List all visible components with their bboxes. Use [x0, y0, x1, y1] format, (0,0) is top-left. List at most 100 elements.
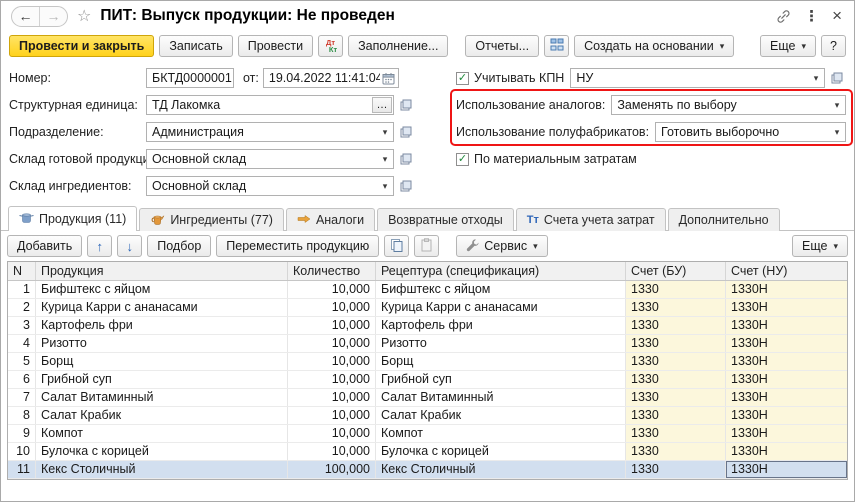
- cell-account-bu[interactable]: 1330: [626, 443, 726, 460]
- date-field[interactable]: 19.04.2022 11:41:04: [263, 68, 399, 88]
- cell-number[interactable]: 7: [8, 389, 36, 406]
- cell-product[interactable]: Ризотто: [36, 335, 288, 352]
- cell-number[interactable]: 6: [8, 371, 36, 388]
- cell-quantity[interactable]: 10,000: [288, 407, 376, 424]
- cell-account-bu[interactable]: 1330: [626, 407, 726, 424]
- cell-number[interactable]: 8: [8, 407, 36, 424]
- cell-account-nu[interactable]: 1330Н: [726, 335, 847, 352]
- cell-account-bu[interactable]: 1330: [626, 461, 726, 478]
- cell-product[interactable]: Булочка с корицей: [36, 443, 288, 460]
- cell-recipe[interactable]: Картофель фри: [376, 317, 626, 334]
- forward-icon[interactable]: →: [40, 7, 67, 26]
- table-row[interactable]: 8Салат Крабик10,000Салат Крабик13301330Н: [8, 407, 847, 425]
- postings-dtkt-button[interactable]: ДтКт: [318, 35, 343, 57]
- tab-ingredients[interactable]: Ингредиенты (77): [139, 208, 284, 231]
- link-icon[interactable]: [776, 9, 791, 24]
- cell-account-nu[interactable]: 1330Н: [726, 443, 847, 460]
- cell-account-nu[interactable]: 1330Н: [726, 317, 847, 334]
- open-item-icon[interactable]: [397, 123, 415, 141]
- cell-account-nu[interactable]: 1330Н: [726, 389, 847, 406]
- cell-product[interactable]: Грибной суп: [36, 371, 288, 388]
- write-button[interactable]: Записать: [159, 35, 232, 57]
- structural-unit-field[interactable]: ТД Лакомка …: [146, 95, 394, 115]
- material-costs-checkbox[interactable]: ✓: [456, 153, 469, 166]
- column-header-recipe[interactable]: Рецептура (спецификация): [376, 262, 626, 280]
- cell-recipe[interactable]: Ризотто: [376, 335, 626, 352]
- cell-account-bu[interactable]: 1330: [626, 335, 726, 352]
- cell-product[interactable]: Картофель фри: [36, 317, 288, 334]
- cell-recipe[interactable]: Салат Крабик: [376, 407, 626, 424]
- cell-number[interactable]: 9: [8, 425, 36, 442]
- column-header-account-nu[interactable]: Счет (НУ): [726, 262, 847, 280]
- cell-number[interactable]: 3: [8, 317, 36, 334]
- cell-recipe[interactable]: Компот: [376, 425, 626, 442]
- cell-account-bu[interactable]: 1330: [626, 281, 726, 298]
- pick-button[interactable]: Подбор: [147, 235, 211, 257]
- table-more-button[interactable]: Еще ▾: [792, 235, 848, 257]
- open-item-icon[interactable]: [397, 150, 415, 168]
- cell-account-bu[interactable]: 1330: [626, 317, 726, 334]
- reports-button[interactable]: Отчеты...: [465, 35, 539, 57]
- tab-cost-accounts[interactable]: Тт Счета учета затрат: [516, 208, 666, 231]
- cell-account-nu[interactable]: 1330Н: [726, 407, 847, 424]
- cell-account-nu[interactable]: 1330Н: [726, 353, 847, 370]
- table-row[interactable]: 6Грибной суп10,000Грибной суп13301330Н: [8, 371, 847, 389]
- chevron-down-icon[interactable]: ▾: [377, 123, 393, 141]
- add-row-button[interactable]: Добавить: [7, 235, 82, 257]
- more-menu-icon[interactable]: ⋮: [804, 7, 819, 25]
- structure-button[interactable]: [544, 35, 569, 57]
- back-icon[interactable]: ←: [12, 7, 39, 26]
- column-header-account-bu[interactable]: Счет (БУ): [626, 262, 726, 280]
- cell-quantity[interactable]: 10,000: [288, 425, 376, 442]
- cell-quantity[interactable]: 10,000: [288, 443, 376, 460]
- column-header-quantity[interactable]: Количество: [288, 262, 376, 280]
- number-field[interactable]: БКТД0000001: [146, 68, 234, 88]
- cell-recipe[interactable]: Бифштекс с яйцом: [376, 281, 626, 298]
- paste-rows-button[interactable]: [414, 235, 439, 257]
- department-field[interactable]: Администрация ▾: [146, 122, 394, 142]
- cell-number[interactable]: 11: [8, 461, 36, 478]
- choose-ellipsis-button[interactable]: …: [372, 97, 392, 113]
- close-icon[interactable]: ×: [832, 6, 842, 26]
- cell-quantity[interactable]: 10,000: [288, 353, 376, 370]
- cell-number[interactable]: 5: [8, 353, 36, 370]
- cell-quantity[interactable]: 10,000: [288, 317, 376, 334]
- finished-warehouse-field[interactable]: Основной склад ▾: [146, 149, 394, 169]
- chevron-down-icon[interactable]: ▾: [808, 69, 824, 87]
- favorite-star-icon[interactable]: ☆: [77, 6, 91, 26]
- cell-account-bu[interactable]: 1330: [626, 353, 726, 370]
- cell-account-nu[interactable]: 1330Н: [726, 371, 847, 388]
- cell-recipe[interactable]: Борщ: [376, 353, 626, 370]
- more-button[interactable]: Еще ▾: [760, 35, 816, 57]
- create-on-basis-button[interactable]: Создать на основании ▾: [574, 35, 734, 57]
- cell-quantity[interactable]: 10,000: [288, 389, 376, 406]
- tab-additional[interactable]: Дополнительно: [668, 208, 780, 231]
- cell-number[interactable]: 2: [8, 299, 36, 316]
- table-row[interactable]: 1Бифштекс с яйцом10,000Бифштекс с яйцом1…: [8, 281, 847, 299]
- cell-account-nu[interactable]: 1330Н: [726, 425, 847, 442]
- table-row[interactable]: 4Ризотто10,000Ризотто13301330Н: [8, 335, 847, 353]
- cell-product[interactable]: Салат Крабик: [36, 407, 288, 424]
- chevron-down-icon[interactable]: ▾: [829, 123, 845, 141]
- cell-account-bu[interactable]: 1330: [626, 389, 726, 406]
- open-item-icon[interactable]: [397, 177, 415, 195]
- cell-quantity[interactable]: 10,000: [288, 371, 376, 388]
- cell-account-bu[interactable]: 1330: [626, 425, 726, 442]
- cell-recipe[interactable]: Салат Витаминный: [376, 389, 626, 406]
- ingredients-warehouse-field[interactable]: Основной склад ▾: [146, 176, 394, 196]
- cell-number[interactable]: 4: [8, 335, 36, 352]
- column-header-product[interactable]: Продукция: [36, 262, 288, 280]
- chevron-down-icon[interactable]: ▾: [829, 96, 845, 114]
- cell-quantity[interactable]: 100,000: [288, 461, 376, 478]
- cell-recipe[interactable]: Курица Карри с ананасами: [376, 299, 626, 316]
- move-down-button[interactable]: ↓: [117, 235, 142, 257]
- cell-product[interactable]: Салат Витаминный: [36, 389, 288, 406]
- help-button[interactable]: ?: [821, 35, 846, 57]
- cell-quantity[interactable]: 10,000: [288, 299, 376, 316]
- table-row[interactable]: 11Кекс Столичный100,000Кекс Столичный133…: [8, 461, 847, 479]
- open-item-icon[interactable]: [397, 96, 415, 114]
- cell-recipe[interactable]: Грибной суп: [376, 371, 626, 388]
- chevron-down-icon[interactable]: ▾: [377, 177, 393, 195]
- cell-product[interactable]: Борщ: [36, 353, 288, 370]
- tab-return-waste[interactable]: Возвратные отходы: [377, 208, 514, 231]
